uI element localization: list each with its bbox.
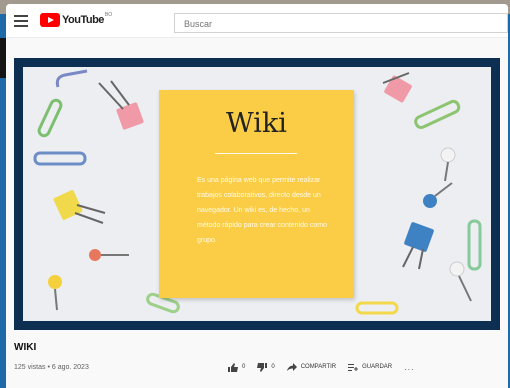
paperclip-icon	[414, 99, 461, 130]
video-thumbnail: Wiki Es una página web que permite reali…	[23, 67, 491, 321]
note-title: Wiki	[226, 108, 287, 139]
paperclip-icon	[33, 151, 87, 166]
logo-text: YouTube	[62, 14, 104, 26]
sticky-note: Wiki Es una página web que permite reali…	[159, 90, 354, 298]
youtube-play-icon	[40, 13, 60, 27]
video-meta: 125 vistas • 6 ago. 2023	[14, 364, 89, 371]
save-label: GUARDAR	[362, 364, 393, 370]
top-bar: YouTube BO	[6, 4, 508, 38]
paperclip-icon	[467, 219, 482, 271]
thumbs-down-icon	[257, 362, 268, 372]
paperclip-icon	[355, 301, 399, 315]
country-code: BO	[104, 12, 113, 18]
binder-clip-icon	[98, 80, 144, 130]
thumbs-up-icon	[228, 362, 238, 372]
search-box[interactable]	[174, 13, 508, 33]
share-icon	[286, 363, 297, 371]
pushpin-icon	[423, 182, 453, 208]
share-button[interactable]: COMPARTIR	[286, 363, 337, 371]
video-player[interactable]: Wiki Es una página web que permite reali…	[14, 58, 500, 330]
note-divider	[215, 153, 297, 154]
pushpin-icon	[89, 249, 129, 261]
video-actions: 0 0 COMPARTIR GUARDAR ...	[228, 362, 415, 372]
save-button[interactable]: GUARDAR	[348, 363, 392, 371]
share-label: COMPARTIR	[300, 364, 337, 370]
search-input[interactable]	[175, 15, 507, 33]
dislike-count: 0	[271, 364, 275, 370]
video-title: WIKI	[14, 342, 37, 353]
paperclip-icon	[55, 69, 88, 88]
youtube-logo[interactable]: YouTube BO	[40, 12, 113, 27]
binder-clip-icon	[402, 222, 434, 270]
like-button[interactable]: 0	[228, 362, 246, 372]
like-count: 0	[242, 364, 246, 370]
menu-icon[interactable]	[14, 15, 28, 27]
binder-clip-icon	[53, 190, 106, 224]
pushpin-icon	[48, 275, 62, 311]
playlist-add-icon	[348, 364, 359, 371]
paperclip-icon	[37, 98, 63, 138]
note-text: Es una página web que permite realizar t…	[197, 177, 327, 244]
more-options-icon[interactable]: ...	[404, 362, 415, 372]
dislike-button[interactable]: 0	[257, 362, 275, 372]
